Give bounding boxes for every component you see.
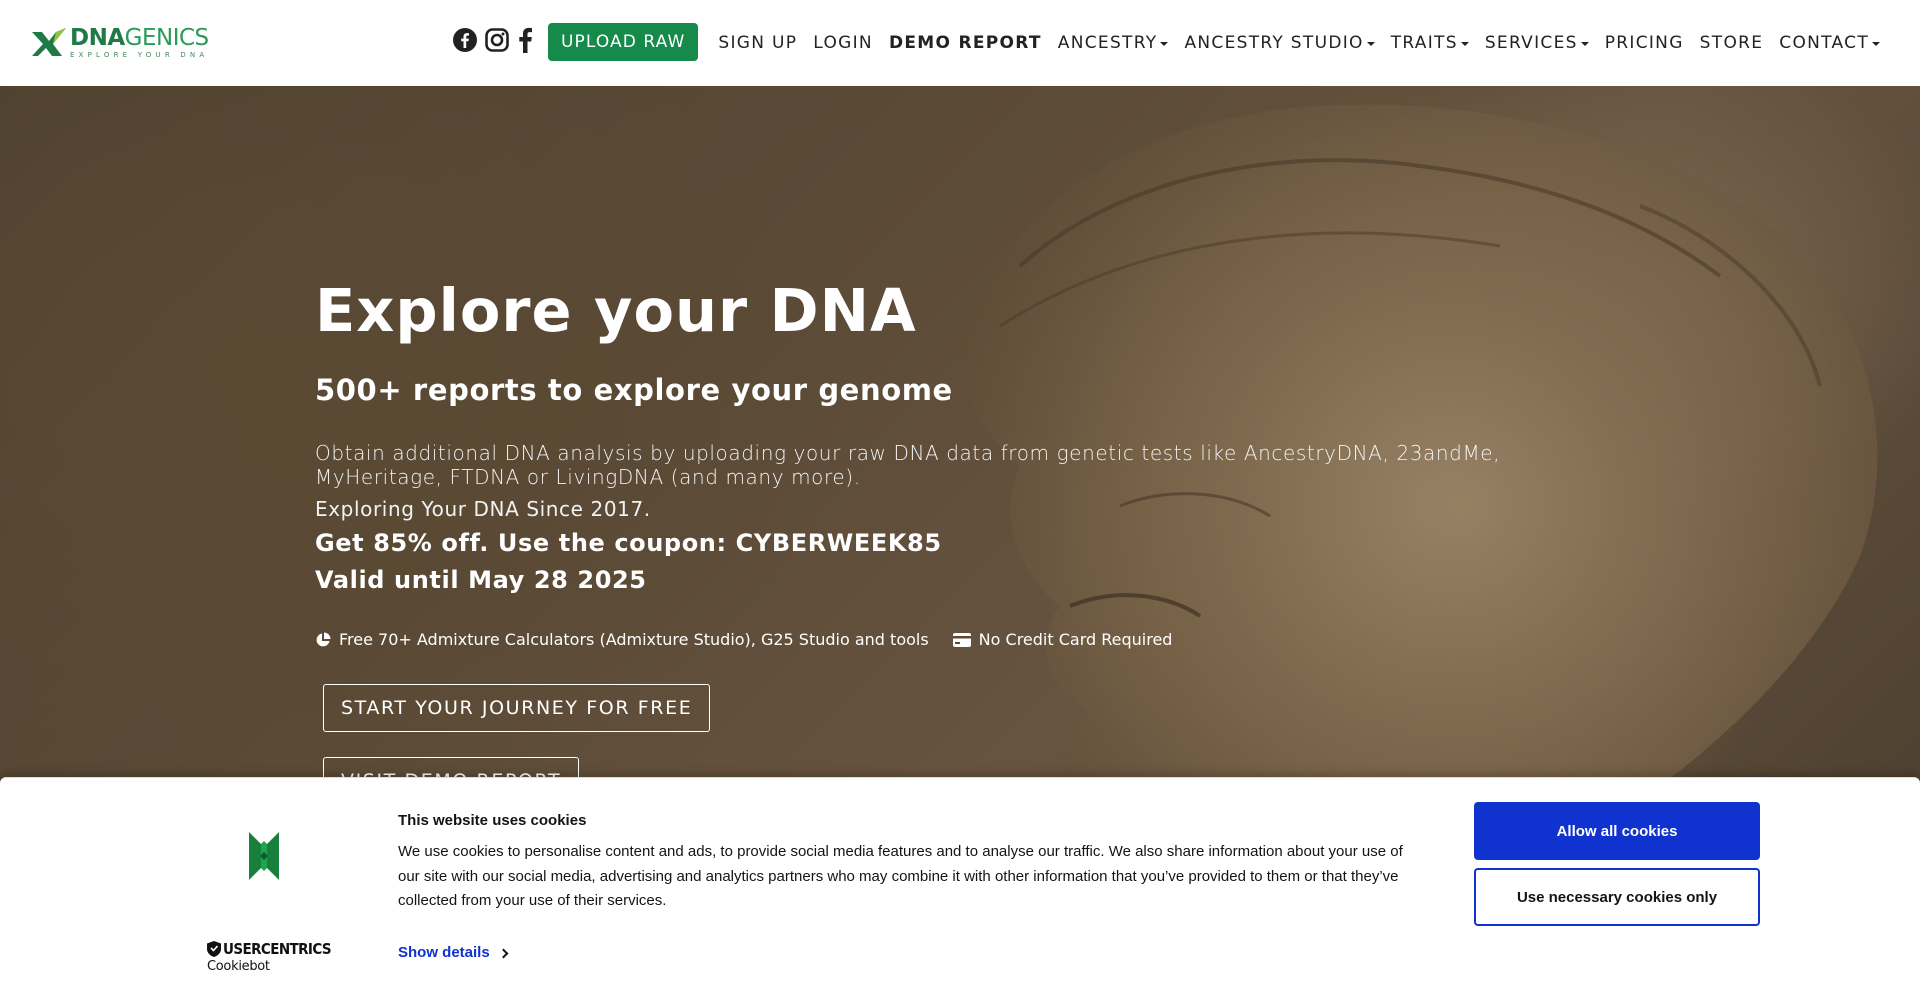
caret-down-icon bbox=[1872, 42, 1880, 46]
feature-calculators-text: Free 70+ Admixture Calculators (Admixtur… bbox=[339, 630, 929, 649]
feature-calculators: Free 70+ Admixture Calculators (Admixtur… bbox=[315, 630, 929, 649]
social-links bbox=[452, 27, 534, 53]
nav-sign-up[interactable]: SIGN UP bbox=[710, 33, 805, 53]
nav-menu: UPLOAD RAW SIGN UP LOGIN DEMO REPORT ANC… bbox=[452, 0, 1888, 86]
cookie-text: We use cookies to personalise content an… bbox=[398, 843, 1403, 909]
nav-services-dropdown[interactable]: SERVICES bbox=[1477, 33, 1597, 53]
credit-card-icon bbox=[952, 632, 971, 647]
allow-all-cookies-button[interactable]: Allow all cookies bbox=[1474, 802, 1760, 860]
caret-down-icon bbox=[1160, 42, 1169, 46]
start-journey-button[interactable]: START YOUR JOURNEY FOR FREE bbox=[323, 684, 711, 732]
nav-contact-dropdown[interactable]: CONTACT bbox=[1771, 33, 1888, 53]
cookie-consent-banner: USERCENTRICS Cookiebot This website uses… bbox=[0, 777, 1920, 993]
hero-promo: Get 85% off. Use the coupon: CYBERWEEK85 bbox=[315, 529, 942, 557]
upload-raw-button[interactable]: UPLOAD RAW bbox=[547, 23, 699, 61]
hero-subtitle: 500+ reports to explore your genome bbox=[315, 373, 953, 407]
nav-traits-dropdown[interactable]: TRAITS bbox=[1383, 33, 1477, 53]
hero-description: Obtain additional DNA analysis by upload… bbox=[315, 441, 1501, 489]
nav-services-label: SERVICES bbox=[1484, 33, 1578, 53]
hero-features: Free 70+ Admixture Calculators (Admixtur… bbox=[315, 630, 1196, 649]
facebook-f-icon[interactable] bbox=[516, 27, 534, 53]
cookiebot-logo-icon bbox=[249, 832, 279, 880]
show-details-link[interactable]: Show details bbox=[398, 944, 509, 961]
cookiebot-text: Cookiebot bbox=[207, 959, 270, 974]
shield-icon bbox=[207, 941, 221, 957]
necessary-cookies-only-button[interactable]: Use necessary cookies only bbox=[1474, 868, 1760, 926]
nav-store[interactable]: STORE bbox=[1692, 33, 1772, 53]
nav-contact-label: CONTACT bbox=[1779, 33, 1869, 53]
usercentrics-wordmark: USERCENTRICS bbox=[207, 940, 332, 958]
logo-name: DNAGENICS bbox=[70, 25, 209, 51]
feature-no-credit-card: No Credit Card Required bbox=[952, 630, 1173, 649]
nav-login[interactable]: LOGIN bbox=[805, 33, 881, 53]
top-navbar: DNAGENICS EXPLORE YOUR DNA UPLOAD RAW SI… bbox=[0, 0, 1920, 86]
nav-ancestry-studio-dropdown[interactable]: ANCESTRY STUDIO bbox=[1176, 33, 1382, 53]
cookie-title: This website uses cookies bbox=[398, 812, 587, 829]
hero-title: Explore your DNA bbox=[315, 276, 917, 345]
pie-chart-icon bbox=[316, 632, 331, 646]
hero-since: Exploring Your DNA Since 2017. bbox=[315, 497, 651, 521]
nav-traits-label: TRAITS bbox=[1390, 33, 1458, 53]
dnagenics-logo[interactable]: DNAGENICS EXPLORE YOUR DNA bbox=[32, 23, 209, 63]
usercentrics-brand: USERCENTRICS Cookiebot bbox=[207, 940, 332, 974]
logo-text: DNAGENICS EXPLORE YOUR DNA bbox=[70, 27, 209, 59]
instagram-icon[interactable] bbox=[484, 27, 510, 53]
nav-pricing[interactable]: PRICING bbox=[1597, 33, 1692, 53]
show-details-label: Show details bbox=[398, 944, 490, 961]
chevron-right-icon bbox=[498, 948, 509, 958]
facebook-circle-icon[interactable] bbox=[452, 27, 478, 53]
nav-demo-report[interactable]: DEMO REPORT bbox=[881, 33, 1050, 53]
logo-mark-icon bbox=[32, 28, 66, 56]
hero-promo-valid: Valid until May 28 2025 bbox=[315, 566, 647, 594]
feature-no-credit-card-text: No Credit Card Required bbox=[978, 630, 1173, 649]
logo-tagline: EXPLORE YOUR DNA bbox=[70, 51, 209, 59]
caret-down-icon bbox=[1366, 42, 1375, 46]
nav-ancestry-studio-label: ANCESTRY STUDIO bbox=[1184, 33, 1364, 53]
caret-down-icon bbox=[1460, 42, 1469, 46]
nav-ancestry-label: ANCESTRY bbox=[1057, 33, 1158, 53]
nav-ancestry-dropdown[interactable]: ANCESTRY bbox=[1050, 33, 1177, 53]
usercentrics-text: USERCENTRICS bbox=[223, 940, 332, 958]
caret-down-icon bbox=[1580, 42, 1589, 46]
